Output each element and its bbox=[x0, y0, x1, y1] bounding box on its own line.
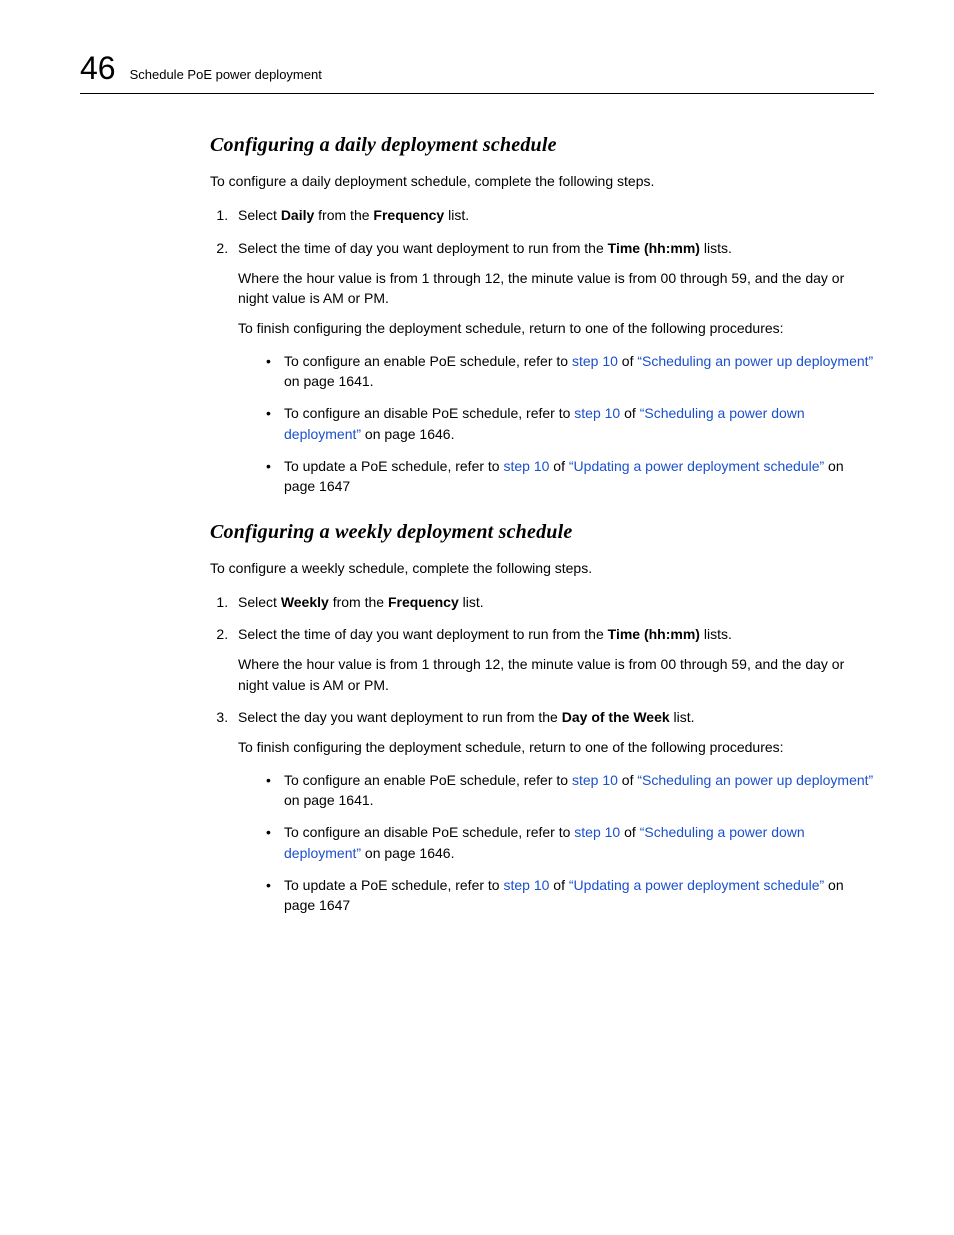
emphasis: Day of the Week bbox=[562, 709, 670, 725]
bullet-text: To update a PoE schedule, refer to bbox=[284, 877, 503, 893]
step-text: list. bbox=[670, 709, 695, 725]
bullet-text: on page 1641. bbox=[284, 792, 374, 808]
emphasis: Time (hh:mm) bbox=[608, 626, 700, 642]
bullet-text: of bbox=[618, 772, 637, 788]
step-text: from the bbox=[314, 207, 373, 223]
bullet-text: on page 1646. bbox=[361, 845, 454, 861]
step-text: list. bbox=[444, 207, 469, 223]
emphasis: Weekly bbox=[281, 594, 329, 610]
bullet-item: To update a PoE schedule, refer to step … bbox=[266, 456, 874, 497]
cross-reference-link[interactable]: step 10 bbox=[572, 353, 618, 369]
bullet-text: on page 1646. bbox=[361, 426, 454, 442]
cross-reference-link[interactable]: step 10 bbox=[574, 405, 620, 421]
bullet-list: To configure an enable PoE schedule, ref… bbox=[238, 351, 874, 497]
section-heading-weekly: Configuring a weekly deployment schedule bbox=[210, 521, 874, 544]
cross-reference-link[interactable]: step 10 bbox=[503, 877, 549, 893]
step-text: lists. bbox=[700, 626, 732, 642]
section-intro: To configure a daily deployment schedule… bbox=[210, 171, 874, 191]
sub-paragraph: To finish configuring the deployment sch… bbox=[238, 318, 874, 338]
sub-paragraph: To finish configuring the deployment sch… bbox=[238, 737, 874, 757]
cross-reference-link[interactable]: “Updating a power deployment schedule” bbox=[569, 877, 824, 893]
emphasis: Frequency bbox=[388, 594, 459, 610]
step-text: from the bbox=[329, 594, 388, 610]
cross-reference-link[interactable]: step 10 bbox=[572, 772, 618, 788]
bullet-text: of bbox=[620, 405, 639, 421]
bullet-list: To configure an enable PoE schedule, ref… bbox=[238, 770, 874, 916]
cross-reference-link[interactable]: “Scheduling an power up deployment” bbox=[637, 772, 873, 788]
bullet-text: To update a PoE schedule, refer to bbox=[284, 458, 503, 474]
sub-paragraph: Where the hour value is from 1 through 1… bbox=[238, 654, 874, 695]
bullet-text: on page 1641. bbox=[284, 373, 374, 389]
chapter-number: 46 bbox=[80, 50, 116, 87]
step-text: Select the time of day you want deployme… bbox=[238, 240, 608, 256]
step-item: Select Weekly from the Frequency list. bbox=[232, 592, 874, 612]
step-text: list. bbox=[459, 594, 484, 610]
section-heading-daily: Configuring a daily deployment schedule bbox=[210, 134, 874, 157]
bullet-item: To configure an enable PoE schedule, ref… bbox=[266, 770, 874, 811]
bullet-text: of bbox=[618, 353, 637, 369]
content-body: Configuring a daily deployment schedule … bbox=[210, 134, 874, 915]
cross-reference-link[interactable]: “Scheduling an power up deployment” bbox=[637, 353, 873, 369]
bullet-text: To configure an enable PoE schedule, ref… bbox=[284, 353, 572, 369]
step-item: Select the day you want deployment to ru… bbox=[232, 707, 874, 915]
step-item: Select the time of day you want deployme… bbox=[232, 238, 874, 497]
step-text: Select the day you want deployment to ru… bbox=[238, 709, 562, 725]
cross-reference-link[interactable]: step 10 bbox=[503, 458, 549, 474]
bullet-text: To configure an disable PoE schedule, re… bbox=[284, 824, 574, 840]
sub-paragraph: Where the hour value is from 1 through 1… bbox=[238, 268, 874, 309]
cross-reference-link[interactable]: “Updating a power deployment schedule” bbox=[569, 458, 824, 474]
page-header: 46 Schedule PoE power deployment bbox=[80, 50, 874, 94]
bullet-text: of bbox=[549, 458, 568, 474]
bullet-item: To configure an disable PoE schedule, re… bbox=[266, 403, 874, 444]
steps-list: Select Daily from the Frequency list. Se… bbox=[210, 205, 874, 496]
step-text: Select bbox=[238, 207, 281, 223]
cross-reference-link[interactable]: step 10 bbox=[574, 824, 620, 840]
chapter-title: Schedule PoE power deployment bbox=[130, 67, 322, 82]
bullet-text: To configure an disable PoE schedule, re… bbox=[284, 405, 574, 421]
emphasis: Daily bbox=[281, 207, 314, 223]
bullet-text: To configure an enable PoE schedule, ref… bbox=[284, 772, 572, 788]
emphasis: Time (hh:mm) bbox=[608, 240, 700, 256]
bullet-text: of bbox=[549, 877, 568, 893]
step-text: Select the time of day you want deployme… bbox=[238, 626, 608, 642]
step-text: lists. bbox=[700, 240, 732, 256]
section-intro: To configure a weekly schedule, complete… bbox=[210, 558, 874, 578]
step-item: Select Daily from the Frequency list. bbox=[232, 205, 874, 225]
step-text: Select bbox=[238, 594, 281, 610]
document-page: 46 Schedule PoE power deployment Configu… bbox=[0, 0, 954, 987]
step-item: Select the time of day you want deployme… bbox=[232, 624, 874, 695]
bullet-item: To update a PoE schedule, refer to step … bbox=[266, 875, 874, 916]
bullet-text: of bbox=[620, 824, 639, 840]
bullet-item: To configure an enable PoE schedule, ref… bbox=[266, 351, 874, 392]
steps-list: Select Weekly from the Frequency list. S… bbox=[210, 592, 874, 916]
emphasis: Frequency bbox=[373, 207, 444, 223]
bullet-item: To configure an disable PoE schedule, re… bbox=[266, 822, 874, 863]
